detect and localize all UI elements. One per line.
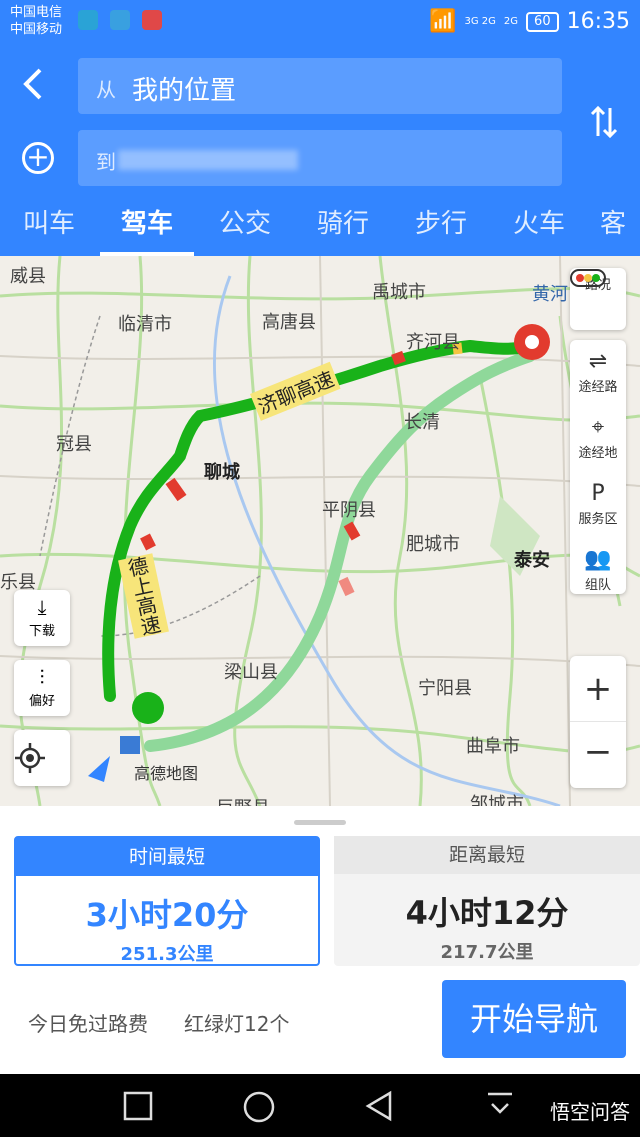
tab-taxi[interactable]: 叫车 (0, 196, 98, 256)
map-watermark-gaode: 高德地图 (134, 764, 199, 783)
service-area-button[interactable]: P 服务区 (570, 472, 626, 538)
recent-apps-icon[interactable] (122, 1090, 154, 1122)
destination-redacted (118, 150, 298, 170)
map-label-qufu: 曲阜市 (466, 736, 520, 757)
map-label-linqing: 临清市 (118, 314, 172, 335)
add-waypoint-button[interactable]: + (22, 142, 54, 174)
map-label-taian: 泰安 (514, 550, 550, 571)
map-label-juye: 巨野县 (216, 794, 270, 806)
map-label-liaocheng: 聊城 (204, 462, 240, 483)
route-duration: 4小时12分 (405, 894, 569, 932)
back-button[interactable] (18, 64, 54, 104)
group-icon: 👥 (584, 547, 612, 572)
destination-field[interactable]: 到 (78, 130, 562, 186)
parking-coffee-icon: P (591, 481, 605, 506)
carrier-2: 中国移动 (10, 22, 63, 37)
route-search-header: + 从 我的位置 到 叫车 驾车 公交 骑行 步行 火车 客 (0, 44, 640, 256)
route-option-shortest[interactable]: 距离最短 4小时12分 217.7公里 (334, 836, 640, 966)
tab-bus[interactable]: 公交 (196, 196, 294, 256)
map-label-gaotang: 高唐县 (262, 312, 316, 333)
swap-icon (590, 105, 618, 139)
traffic-lights-info: 红绿灯12个 (184, 1012, 290, 1036)
preference-label: 偏好 (28, 694, 55, 709)
tab-drive[interactable]: 驾车 (98, 196, 196, 256)
service-area-label: 服务区 (578, 512, 618, 527)
health-app-icon (110, 10, 130, 30)
tab-train[interactable]: 火车 (490, 196, 588, 256)
via-point-label: 途经地 (578, 446, 618, 461)
toll-info: 今日免过路费 (28, 1012, 148, 1036)
locate-button[interactable] (14, 730, 70, 786)
route-option-fastest[interactable]: 时间最短 3小时20分 251.3公里 (14, 836, 320, 966)
via-road-button[interactable]: ⇌ 途经路 (570, 340, 626, 406)
sliders-icon: ⫶ (39, 665, 45, 689)
map-label-liangshan: 梁山县 (224, 662, 278, 683)
zoom-controls: + − (570, 656, 626, 788)
tab-walk[interactable]: 步行 (392, 196, 490, 256)
zoom-out-button[interactable]: − (570, 722, 626, 788)
map-label-feicheng: 肥城市 (406, 534, 460, 555)
map-label-guanxian: 冠县 (56, 434, 92, 455)
notification-pull-icon[interactable] (486, 1090, 514, 1120)
start-navigation-button[interactable]: 开始导航 (442, 980, 626, 1058)
map-label-qihe: 齐河县 (406, 332, 460, 353)
route-distance: 217.7公里 (440, 942, 534, 963)
drag-handle[interactable] (294, 820, 346, 825)
wukong-watermark: 悟空问答 (550, 1100, 630, 1124)
via-road-label: 途经路 (578, 380, 618, 395)
download-button[interactable]: ⤓ 下载 (14, 590, 70, 646)
status-bar: 中国电信 中国移动 📶 3G 2G 2G 60 16:35 (0, 0, 640, 44)
tab-bike[interactable]: 骑行 (294, 196, 392, 256)
wifi-icon: 📶 (429, 9, 457, 34)
map-tools-panel: ⇌ 途经路 ⌖ 途经地 P 服务区 👥 组队 (570, 340, 626, 594)
map-label-yucheng: 禹城市 (372, 282, 426, 303)
route-title: 距离最短 (334, 836, 640, 874)
map-pin-icon: ⌖ (591, 415, 605, 440)
download-label: 下载 (28, 624, 55, 639)
swap-button[interactable] (590, 104, 618, 148)
carrier-1: 中国电信 (10, 5, 63, 20)
map-label-pingyin: 平阴县 (322, 500, 376, 521)
home-icon[interactable] (242, 1090, 276, 1124)
locate-icon (15, 743, 45, 773)
map-label-huanghe: 黄河 (532, 284, 568, 305)
network-type: 3G 2G (464, 15, 496, 27)
back-triangle-icon[interactable] (364, 1090, 396, 1122)
traffic-toggle-button[interactable]: 路况 (570, 268, 626, 330)
origin-value: 我的位置 (132, 76, 237, 106)
team-label: 组队 (584, 578, 611, 593)
battery-indicator: 60 (526, 11, 559, 32)
via-road-icon: ⇌ (588, 349, 608, 374)
chevron-left-icon (23, 68, 42, 100)
zoom-in-button[interactable]: + (570, 656, 626, 722)
app-notification-icon (78, 10, 98, 30)
status-right: 📶 3G 2G 2G 60 16:35 (429, 9, 630, 34)
download-icon: ⤓ (37, 595, 47, 619)
origin-field[interactable]: 从 我的位置 (78, 58, 562, 114)
clock: 16:35 (566, 9, 630, 34)
alert-app-icon (142, 10, 162, 30)
via-point-button[interactable]: ⌖ 途经地 (570, 406, 626, 472)
route-distance: 251.3公里 (120, 944, 214, 965)
destination-prefix: 到 (96, 150, 116, 174)
map-label-weixian: 威县 (10, 266, 46, 287)
team-button[interactable]: 👥 组队 (570, 538, 626, 594)
map-label-ningyang: 宁阳县 (418, 678, 472, 699)
map-canvas (0, 256, 640, 806)
transport-mode-tabs: 叫车 驾车 公交 骑行 步行 火车 客 (0, 196, 640, 256)
carrier-info: 中国电信 中国移动 (10, 4, 62, 38)
origin-prefix: 从 (96, 78, 116, 102)
map-label-zoucheng: 邹城市 (470, 794, 524, 806)
route-title: 时间最短 (16, 838, 318, 876)
tab-coach[interactable]: 客 (588, 196, 638, 256)
map-view[interactable]: 威县 禹城市 黄河 临清市 高唐县 齐河县 冠县 长清 聊城 平阴县 肥城市 泰… (0, 256, 640, 806)
preference-button[interactable]: ⫶ 偏好 (14, 660, 70, 716)
map-label-changqing: 长清 (404, 412, 440, 433)
route-summary-panel: 时间最短 3小时20分 251.3公里 距离最短 4小时12分 217.7公里 … (0, 806, 640, 1074)
route-duration: 3小时20分 (85, 896, 249, 934)
network-type-2: 2G (503, 15, 519, 27)
system-nav-bar: 悟空问答 (0, 1074, 640, 1137)
